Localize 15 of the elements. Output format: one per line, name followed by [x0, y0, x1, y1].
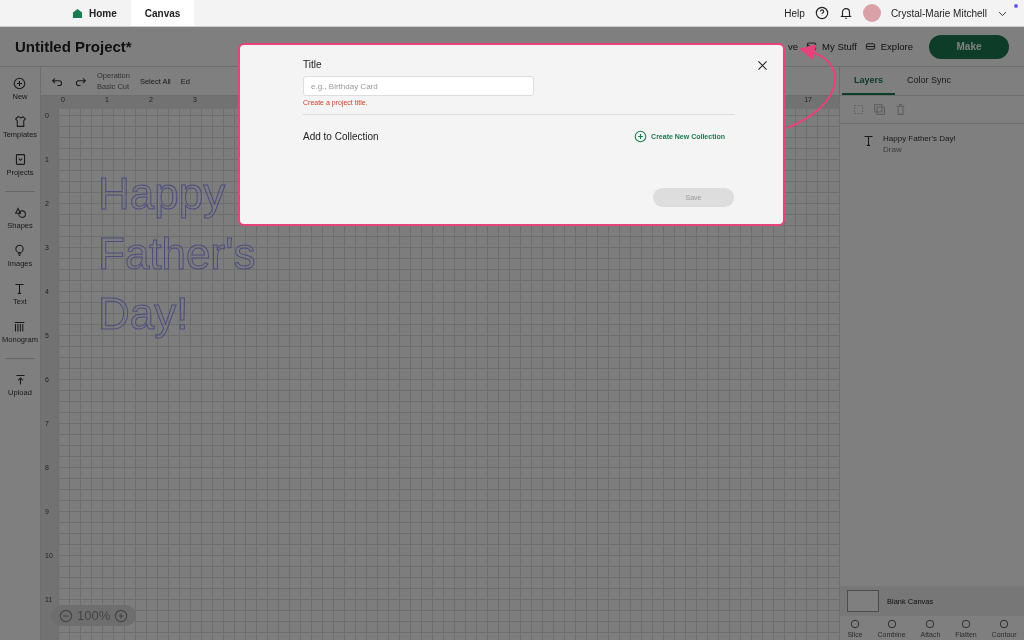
- nav-tab[interactable]: Home: [58, 0, 131, 26]
- title-input[interactable]: e.g., Birthday Card: [303, 76, 534, 96]
- panel-tab[interactable]: Color Sync: [895, 67, 964, 95]
- user-name[interactable]: Crystal-Marie Mitchell: [890, 7, 987, 19]
- header-link[interactable]: Explore: [864, 41, 913, 52]
- layer-item[interactable]: Happy Father's Day! Draw: [840, 124, 1024, 164]
- save-link[interactable]: ve: [788, 41, 799, 52]
- collection-label: Add to Collection: [303, 131, 379, 142]
- title-label: Title: [303, 59, 323, 70]
- project-title: Untitled Project*: [15, 38, 132, 55]
- make-button[interactable]: Make: [929, 34, 1009, 59]
- panel-tab[interactable]: Layers: [842, 67, 896, 95]
- help-link[interactable]: Help: [784, 7, 805, 19]
- nav-tab[interactable]: Canvas: [130, 0, 195, 26]
- header-link[interactable]: My Stuff: [806, 41, 857, 52]
